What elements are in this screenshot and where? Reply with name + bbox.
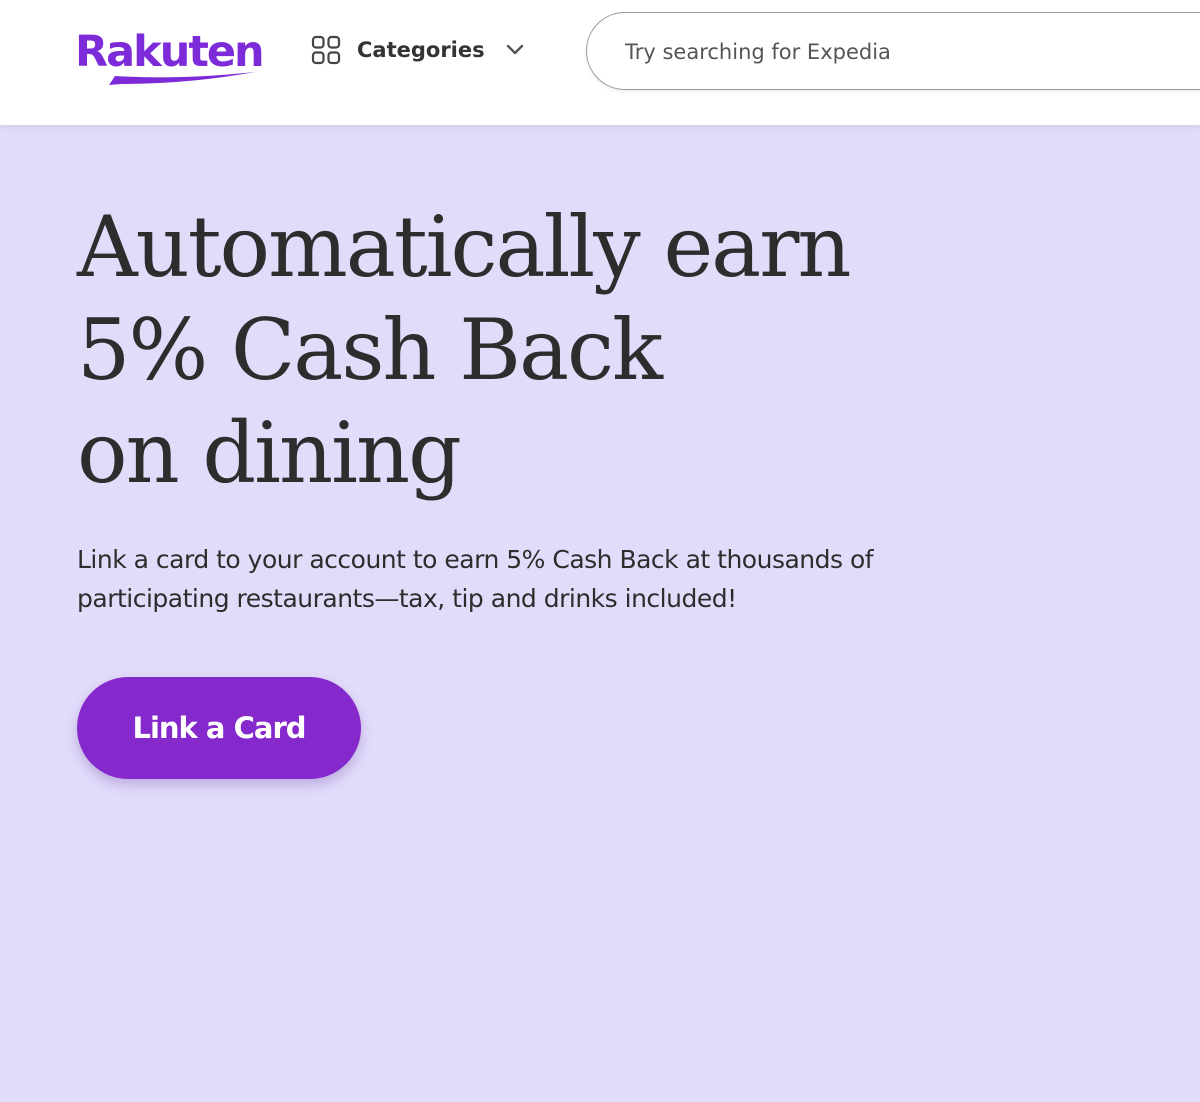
headline-line-1: Automatically earn: [77, 198, 852, 296]
headline-line-2: 5% Cash Back: [77, 301, 663, 399]
logo-text: Rakuten: [75, 27, 265, 77]
hero-headline: Automatically earn 5% Cash Back on dinin…: [77, 196, 977, 505]
search-box: [586, 12, 1200, 91]
logo-swoosh-icon: [109, 72, 255, 85]
search-input[interactable]: [623, 13, 1187, 91]
grid-icon: [311, 35, 341, 65]
chevron-down-icon: [506, 44, 523, 55]
rakuten-logo[interactable]: Rakuten: [75, 26, 265, 86]
categories-label: Categories: [357, 38, 485, 62]
hero-subtext: Link a card to your account to earn 5% C…: [77, 545, 874, 613]
categories-menu-button[interactable]: Categories: [311, 33, 525, 67]
top-header: Rakuten Categories: [0, 0, 1200, 125]
link-a-card-button[interactable]: Link a Card: [77, 677, 361, 779]
headline-line-3: on dining: [77, 404, 462, 502]
